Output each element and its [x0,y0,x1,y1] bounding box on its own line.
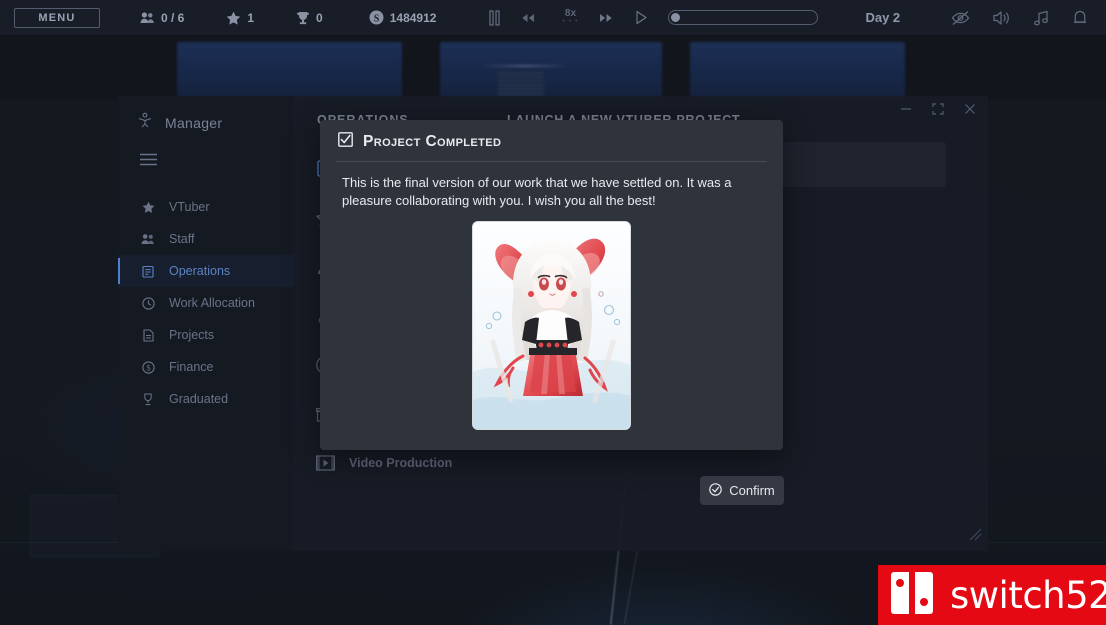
dialog-body-text: This is the final version of our work th… [320,162,783,209]
sidebar-item-label: Operations [169,264,230,278]
watermark-text: switch520 [950,574,1106,617]
watermark: switch520 [878,565,1106,625]
sidebar-item-finance[interactable]: $ Finance [118,351,293,383]
menu-button[interactable]: MENU [14,8,100,28]
sidebar-item-label: Projects [169,328,214,342]
check-circle-icon [709,483,722,499]
dialog-title: Project Completed [363,133,501,151]
background-panel [690,42,905,100]
top-bar: MENU 0 / 6 1 0 S 1484 [0,0,1106,36]
coin-icon: $ [141,361,155,374]
sidebar-item-label: Work Allocation [169,296,255,310]
confirm-button-label: Confirm [729,483,775,498]
group-icon [140,11,155,24]
sidebar-item-operations[interactable]: Operations [118,255,293,287]
background-panel [177,42,402,100]
day-label: Day 2 [865,10,900,25]
sidebar-item-work-allocation[interactable]: Work Allocation [118,287,293,319]
people-icon [141,233,155,245]
stat-rating: 1 [226,11,254,25]
music-note-icon[interactable] [1033,10,1050,26]
document-icon [141,329,155,342]
svg-text:S: S [373,13,379,24]
time-progress-slider[interactable] [668,10,818,25]
stat-value: 0 / 6 [161,11,184,25]
confirm-button[interactable]: Confirm [700,476,784,505]
trophy-icon [296,11,310,25]
hamburger-icon[interactable] [118,133,293,171]
stat-value: 1484912 [390,11,437,25]
sidebar-item-label: Staff [169,232,194,246]
speed-dots: • • • [557,18,583,25]
resize-grip[interactable] [969,528,982,546]
artwork-illustration [473,222,631,430]
menu-button-label: MENU [38,12,75,24]
clipboard-icon [141,265,155,278]
stat-vtuber-count: 0 / 6 [140,11,184,25]
manager-icon [137,112,153,133]
manager-header: Manager [118,96,293,133]
volume-icon[interactable] [992,10,1011,26]
sidebar-item-staff[interactable]: Staff [118,223,293,255]
dialog-title-row: Project Completed [320,120,783,152]
stat-value: 0 [316,11,323,25]
sidebar-item-graduated[interactable]: Graduated [118,383,293,415]
vtuber-character-artwork [472,221,631,430]
star-icon [226,11,241,25]
operation-item-label: Video Production [349,456,452,470]
trophy-icon [141,393,155,406]
fast-forward-button[interactable] [599,13,613,23]
clock-icon [141,297,155,310]
slider-knob[interactable] [671,13,680,22]
play-button[interactable] [635,10,648,25]
svg-text:$: $ [146,363,150,372]
eye-off-icon[interactable] [951,10,970,26]
star-icon [141,201,155,214]
sidebar: Manager VTuber Staff [118,96,293,551]
sidebar-item-label: Finance [169,360,213,374]
pause-button[interactable] [488,10,501,26]
background-panel [440,42,662,100]
sidebar-item-vtuber[interactable]: VTuber [118,191,293,223]
nintendo-switch-logo [890,570,942,621]
stat-money: S 1484912 [369,10,437,25]
money-icon: S [369,10,384,25]
manager-label: Manager [165,115,222,131]
stat-value: 1 [247,11,254,25]
bell-icon[interactable] [1072,9,1088,26]
sidebar-item-projects[interactable]: Projects [118,319,293,351]
game-screen: MENU 0 / 6 1 0 S 1484 [0,0,1106,625]
sidebar-item-label: Graduated [169,392,228,406]
rewind-button[interactable] [521,13,535,23]
sidebar-item-label: VTuber [169,200,210,214]
film-icon [315,455,335,471]
checkbox-checked-icon [338,132,353,152]
speed-indicator[interactable]: 8x • • • [557,6,583,30]
stat-trophies: 0 [296,11,323,25]
